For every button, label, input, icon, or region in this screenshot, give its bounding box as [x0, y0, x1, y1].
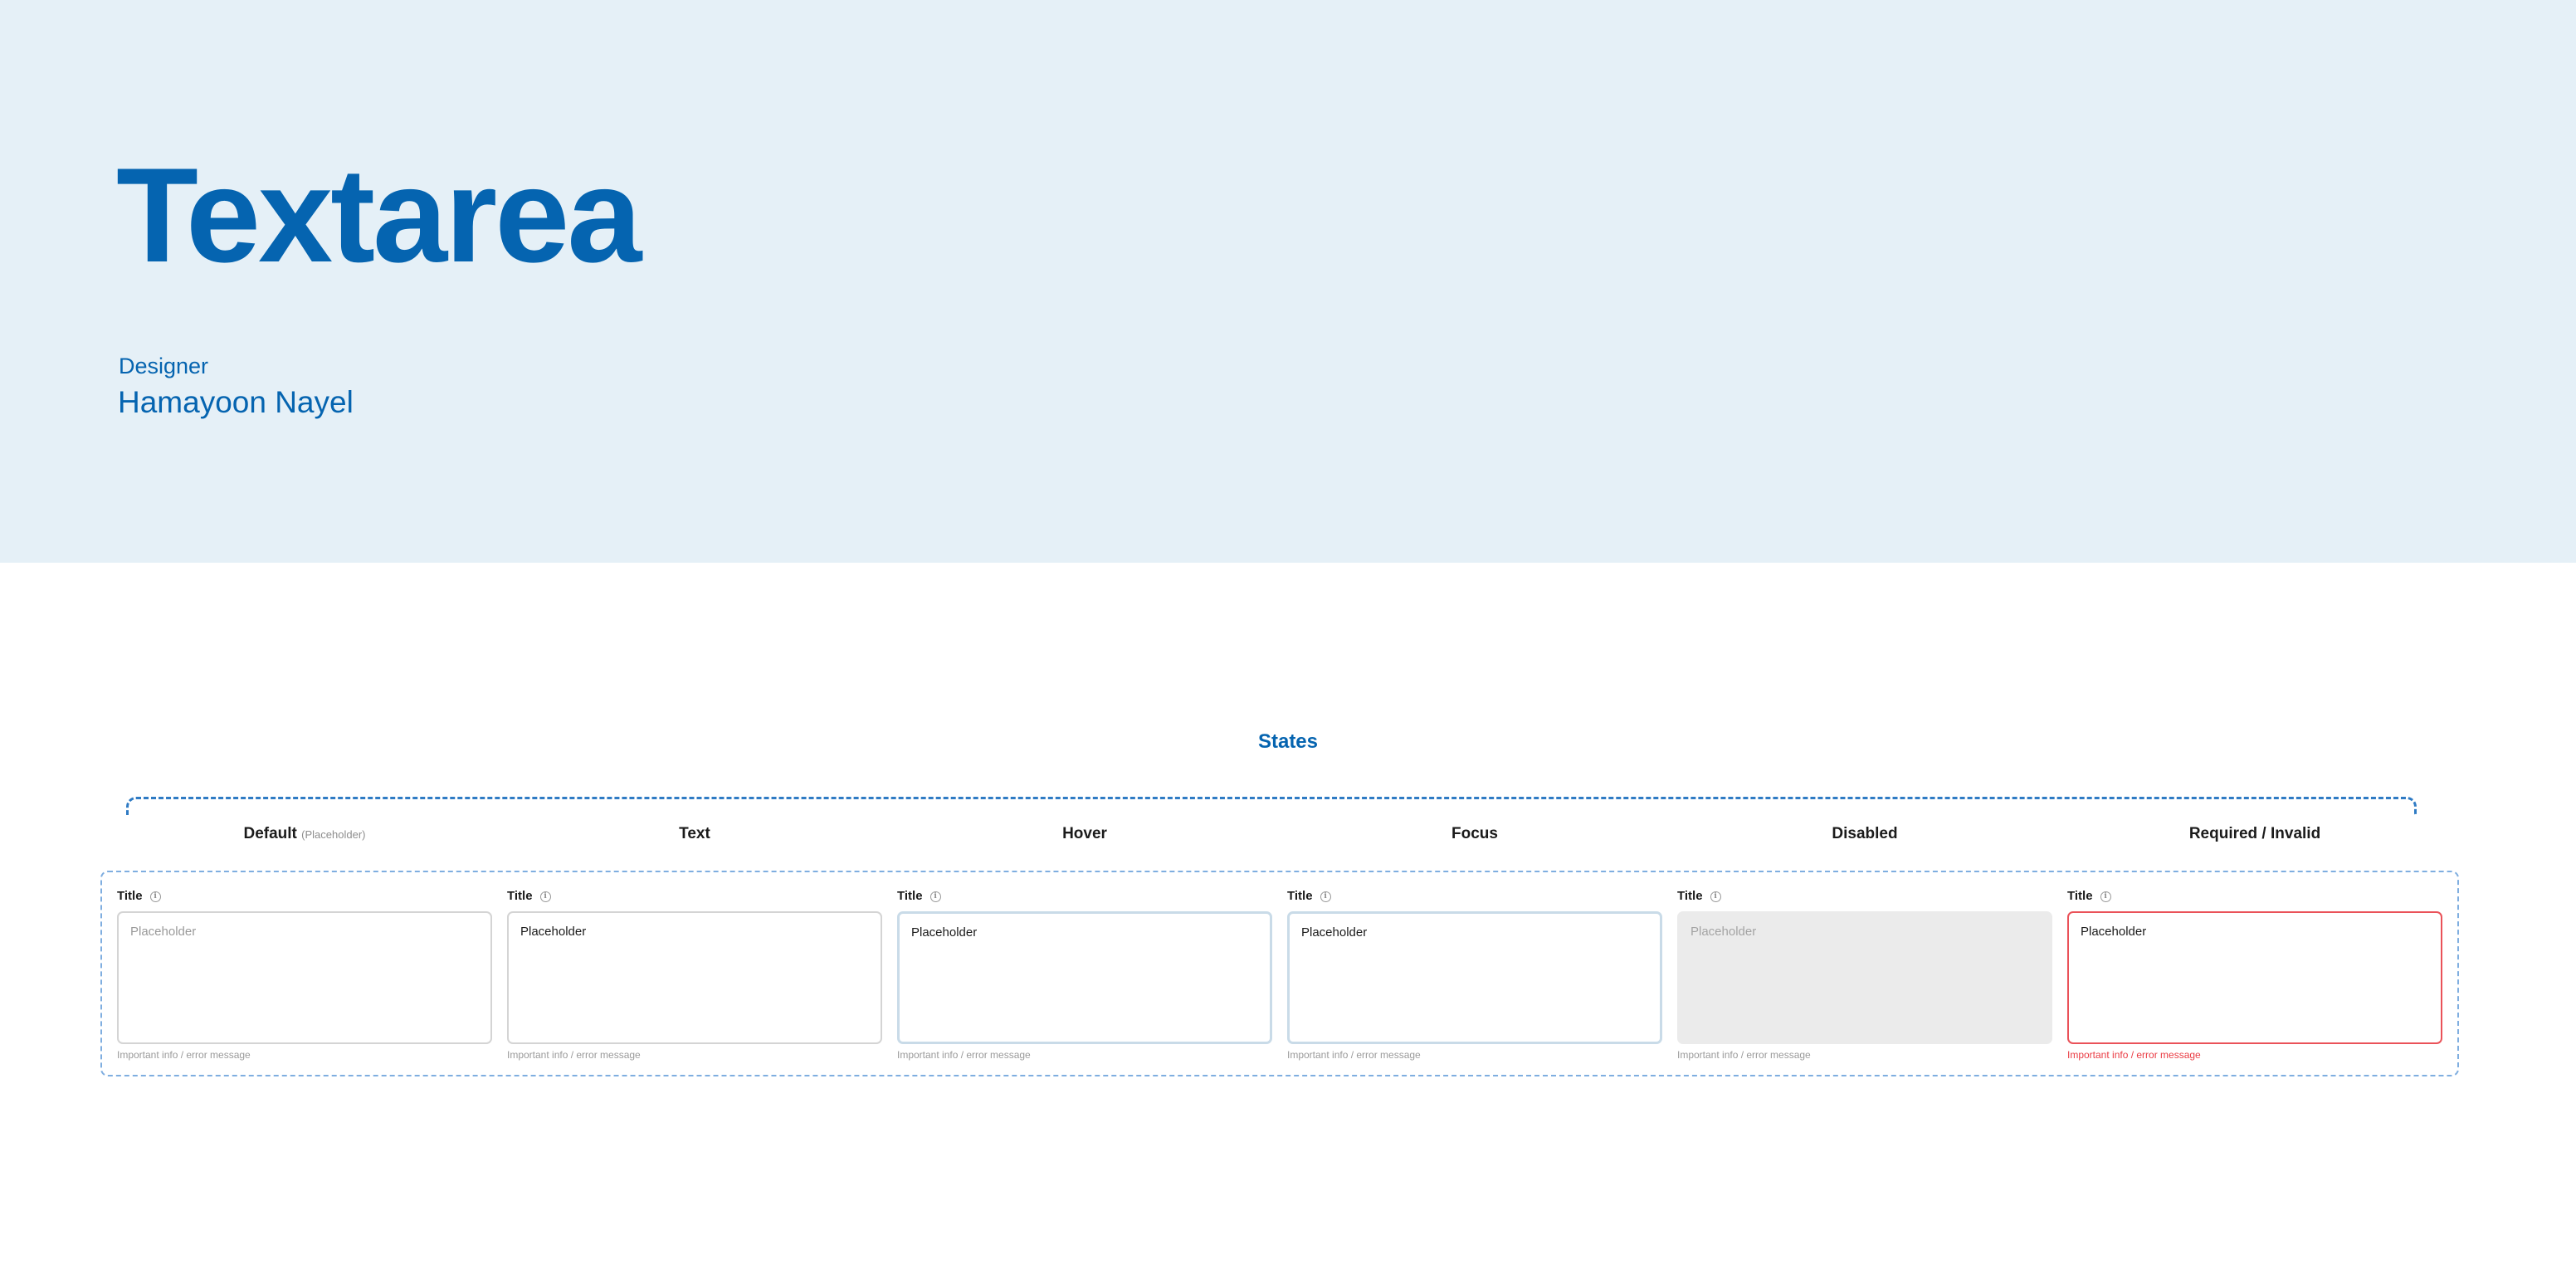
- helper-text: Important info / error message: [117, 1049, 251, 1061]
- column-header-label: Default: [243, 825, 297, 842]
- textarea-field-text: Title i Placeholder Important info / err…: [507, 887, 882, 1061]
- field-label-row: Title i: [117, 887, 492, 905]
- field-label-row: Title i: [1677, 887, 2052, 905]
- states-bracket: [126, 797, 2417, 815]
- field-label-row: Title i: [897, 887, 1272, 905]
- field-label-row: Title i: [507, 887, 882, 905]
- field-label-row: Title i: [1287, 887, 1662, 905]
- column-header-sublabel: (Placeholder): [301, 828, 366, 841]
- field-label-row: Title i: [2067, 887, 2442, 905]
- textarea-field-default: Title i Placeholder Important info / err…: [117, 887, 492, 1061]
- textarea-disabled: Placeholder: [1677, 911, 2052, 1044]
- textarea-field-disabled: Title i Placeholder Important info / err…: [1677, 887, 2052, 1061]
- info-icon[interactable]: i: [929, 891, 941, 902]
- info-icon[interactable]: i: [1320, 891, 1331, 902]
- column-header-text: Text: [679, 825, 710, 842]
- column-header-focus: Focus: [1451, 825, 1498, 842]
- textarea-focus[interactable]: Placeholder: [1287, 911, 1662, 1044]
- textarea-invalid[interactable]: Placeholder: [2067, 911, 2442, 1044]
- field-title: Title: [1287, 889, 1313, 903]
- field-title: Title: [1677, 889, 1703, 903]
- textarea-field-focus: Title i Placeholder Important info / err…: [1287, 887, 1662, 1061]
- column-header-disabled: Disabled: [1832, 825, 1898, 842]
- field-title: Title: [897, 889, 923, 903]
- helper-text: Important info / error message: [1677, 1049, 1811, 1061]
- info-icon[interactable]: i: [2100, 891, 2111, 902]
- column-header-hover: Hover: [1062, 825, 1107, 842]
- column-header-invalid: Required / Invalid: [2188, 825, 2321, 842]
- helper-text: Important info / error message: [507, 1049, 641, 1061]
- designer-label: Designer: [119, 354, 209, 378]
- states-section-title: States: [1257, 730, 1319, 753]
- textarea-default[interactable]: Placeholder: [117, 911, 492, 1044]
- column-header-default: Default (Placeholder): [114, 822, 495, 847]
- textarea-field-invalid: Title i Placeholder Important info / err…: [2067, 887, 2442, 1061]
- textarea-field-hover: Title i Placeholder Important info / err…: [897, 887, 1272, 1061]
- textarea-text[interactable]: Placeholder: [507, 911, 882, 1044]
- field-title: Title: [507, 889, 533, 903]
- field-title: Title: [117, 889, 143, 903]
- helper-text: Important info / error message: [897, 1049, 1031, 1061]
- field-title: Title: [2067, 889, 2093, 903]
- helper-text: Important info / error message: [1287, 1049, 1421, 1061]
- page-title: Textarea: [116, 140, 642, 290]
- info-icon[interactable]: i: [539, 891, 551, 902]
- error-message: Important info / error message: [2067, 1049, 2201, 1061]
- info-icon[interactable]: i: [1710, 891, 1721, 902]
- textarea-hover[interactable]: Placeholder: [897, 911, 1272, 1044]
- info-icon[interactable]: i: [149, 891, 161, 902]
- state-column-headers: Default (Placeholder) Text Hover Focus D…: [0, 822, 2576, 847]
- designer-name: Hamayoon Nayel: [118, 385, 354, 419]
- hero-banner: Textarea Designer Hamayoon Nayel: [0, 0, 2576, 563]
